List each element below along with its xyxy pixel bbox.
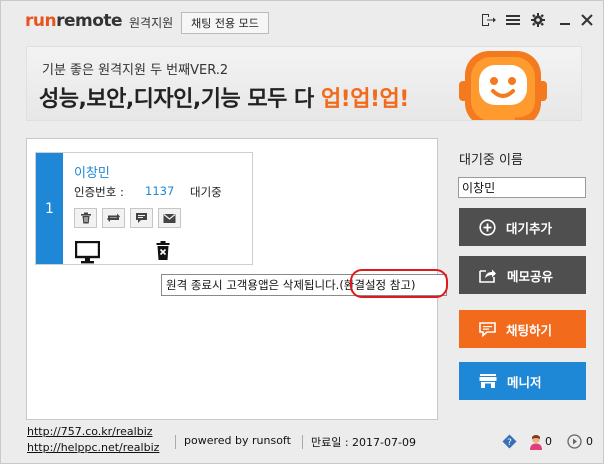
chat-mode-button[interactable]: 채팅 전용 모드 — [181, 12, 269, 34]
wait-name-label: 대기중 이름 — [459, 153, 523, 168]
add-circle-icon — [479, 218, 496, 236]
next-icon[interactable] — [567, 434, 582, 449]
queue-card-status: 대기중 — [190, 185, 222, 199]
app-subtitle: 원격지원 — [129, 16, 174, 30]
svg-text:?: ? — [507, 438, 512, 448]
queue-card-name: 이창민 — [74, 166, 110, 181]
app-window: runremote 원격지원 채팅 전용 모드 기분 좋은 원격지원 두 번째V… — [0, 0, 604, 464]
chat-button[interactable]: 채팅하기 — [459, 310, 586, 348]
chat-icon[interactable] — [130, 208, 153, 228]
link-helppc[interactable]: http://helppc.net/realbiz — [27, 441, 159, 454]
add-waiting-label: 대기추가 — [506, 220, 553, 236]
powered-by-text: powered by runsoft — [184, 434, 291, 447]
delete-icon[interactable] — [74, 208, 97, 228]
manager-button-label: 메니저 — [507, 374, 542, 390]
footer-divider — [175, 435, 176, 449]
monitor-icon[interactable] — [74, 240, 101, 268]
trash-icon[interactable] — [156, 241, 170, 264]
queue-card[interactable]: 1 이창민 인증번호 : 1137 대기중 — [35, 152, 253, 265]
share-icon — [479, 269, 496, 283]
add-waiting-button[interactable]: 대기추가 — [459, 208, 586, 246]
auth-code-label: 인증번호 : — [74, 185, 124, 199]
memo-share-label: 메모공유 — [507, 268, 554, 284]
banner-tagline: 성능,보안,디자인,기능 모두 다 업!업!업! — [39, 87, 409, 112]
footer-divider — [302, 435, 303, 449]
wait-name-input[interactable] — [458, 177, 586, 198]
store-icon — [479, 374, 497, 388]
app-logo: runremote — [25, 11, 123, 31]
next-count: 0 — [586, 435, 593, 448]
mail-icon[interactable] — [158, 208, 181, 228]
chat-button-label: 채팅하기 — [506, 322, 553, 338]
minimize-icon[interactable] — [557, 12, 573, 28]
user-icon[interactable] — [529, 434, 543, 450]
highlight-annotation — [350, 269, 448, 298]
menu-icon[interactable] — [505, 12, 521, 28]
queue-card-index: 1 — [36, 153, 63, 264]
promo-banner[interactable]: 기분 좋은 원격지원 두 번째VER.2 성능,보안,디자인,기능 모두 다 업… — [26, 46, 582, 121]
help-diamond-icon[interactable]: ? — [502, 434, 517, 449]
memo-share-button[interactable]: 메모공유 — [459, 256, 586, 294]
manager-button[interactable]: 메니저 — [459, 362, 586, 400]
exit-icon[interactable] — [480, 12, 496, 28]
link-757[interactable]: http://757.co.kr/realbiz — [27, 425, 153, 438]
transfer-icon[interactable] — [102, 208, 125, 228]
expiry-date-text: 만료일 : 2017-07-09 — [311, 436, 416, 449]
user-count: 0 — [545, 435, 552, 448]
close-icon[interactable] — [579, 12, 595, 28]
queue-card-actions — [74, 208, 181, 228]
chat-bubble-icon — [479, 321, 496, 337]
auth-code-value: 1137 — [145, 184, 175, 198]
mascot-icon — [457, 47, 549, 120]
banner-headline: 기분 좋은 원격지원 두 번째VER.2 — [42, 63, 229, 78]
gear-icon[interactable] — [530, 12, 546, 28]
